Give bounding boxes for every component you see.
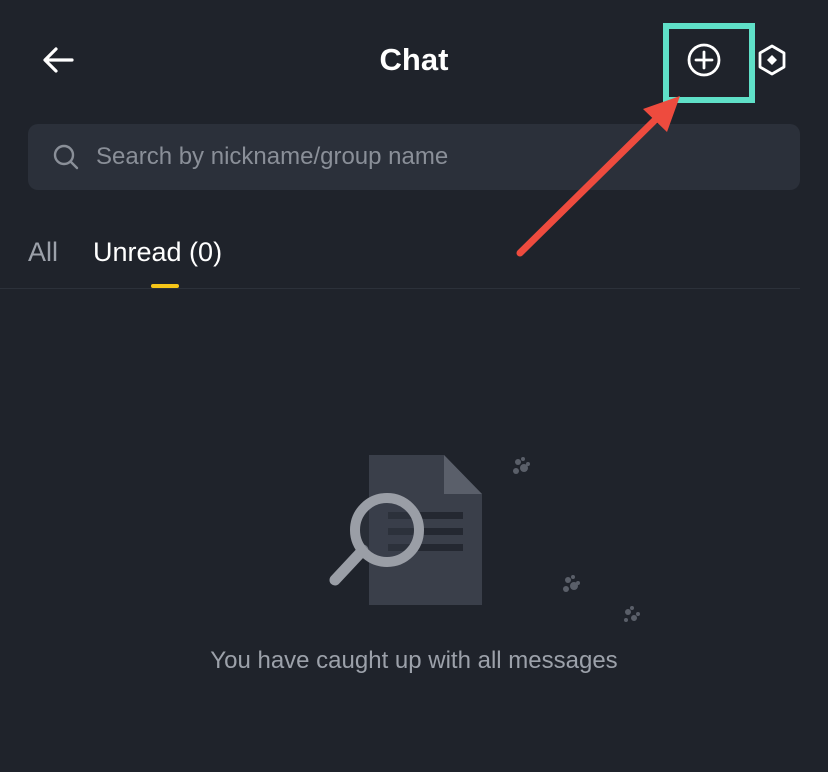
empty-state-message: You have caught up with all messages <box>210 647 618 674</box>
search-icon <box>52 143 80 171</box>
chat-settings-button[interactable] <box>752 40 792 80</box>
top-bar: Chat <box>0 0 828 120</box>
tabs-divider <box>0 288 800 289</box>
new-chat-button[interactable] <box>684 40 724 80</box>
empty-state-illustration <box>320 440 660 640</box>
settings-hexagon-icon <box>758 44 786 76</box>
plus-circle-icon <box>687 43 721 77</box>
search-input[interactable]: Search by nickname/group name <box>28 124 800 190</box>
document-search-icon <box>329 455 640 622</box>
tab-unread[interactable]: Unread (0) <box>93 236 222 268</box>
search-placeholder: Search by nickname/group name <box>96 143 449 170</box>
chat-tabs: All Unread (0) <box>0 222 828 290</box>
tab-all[interactable]: All <box>28 236 58 268</box>
